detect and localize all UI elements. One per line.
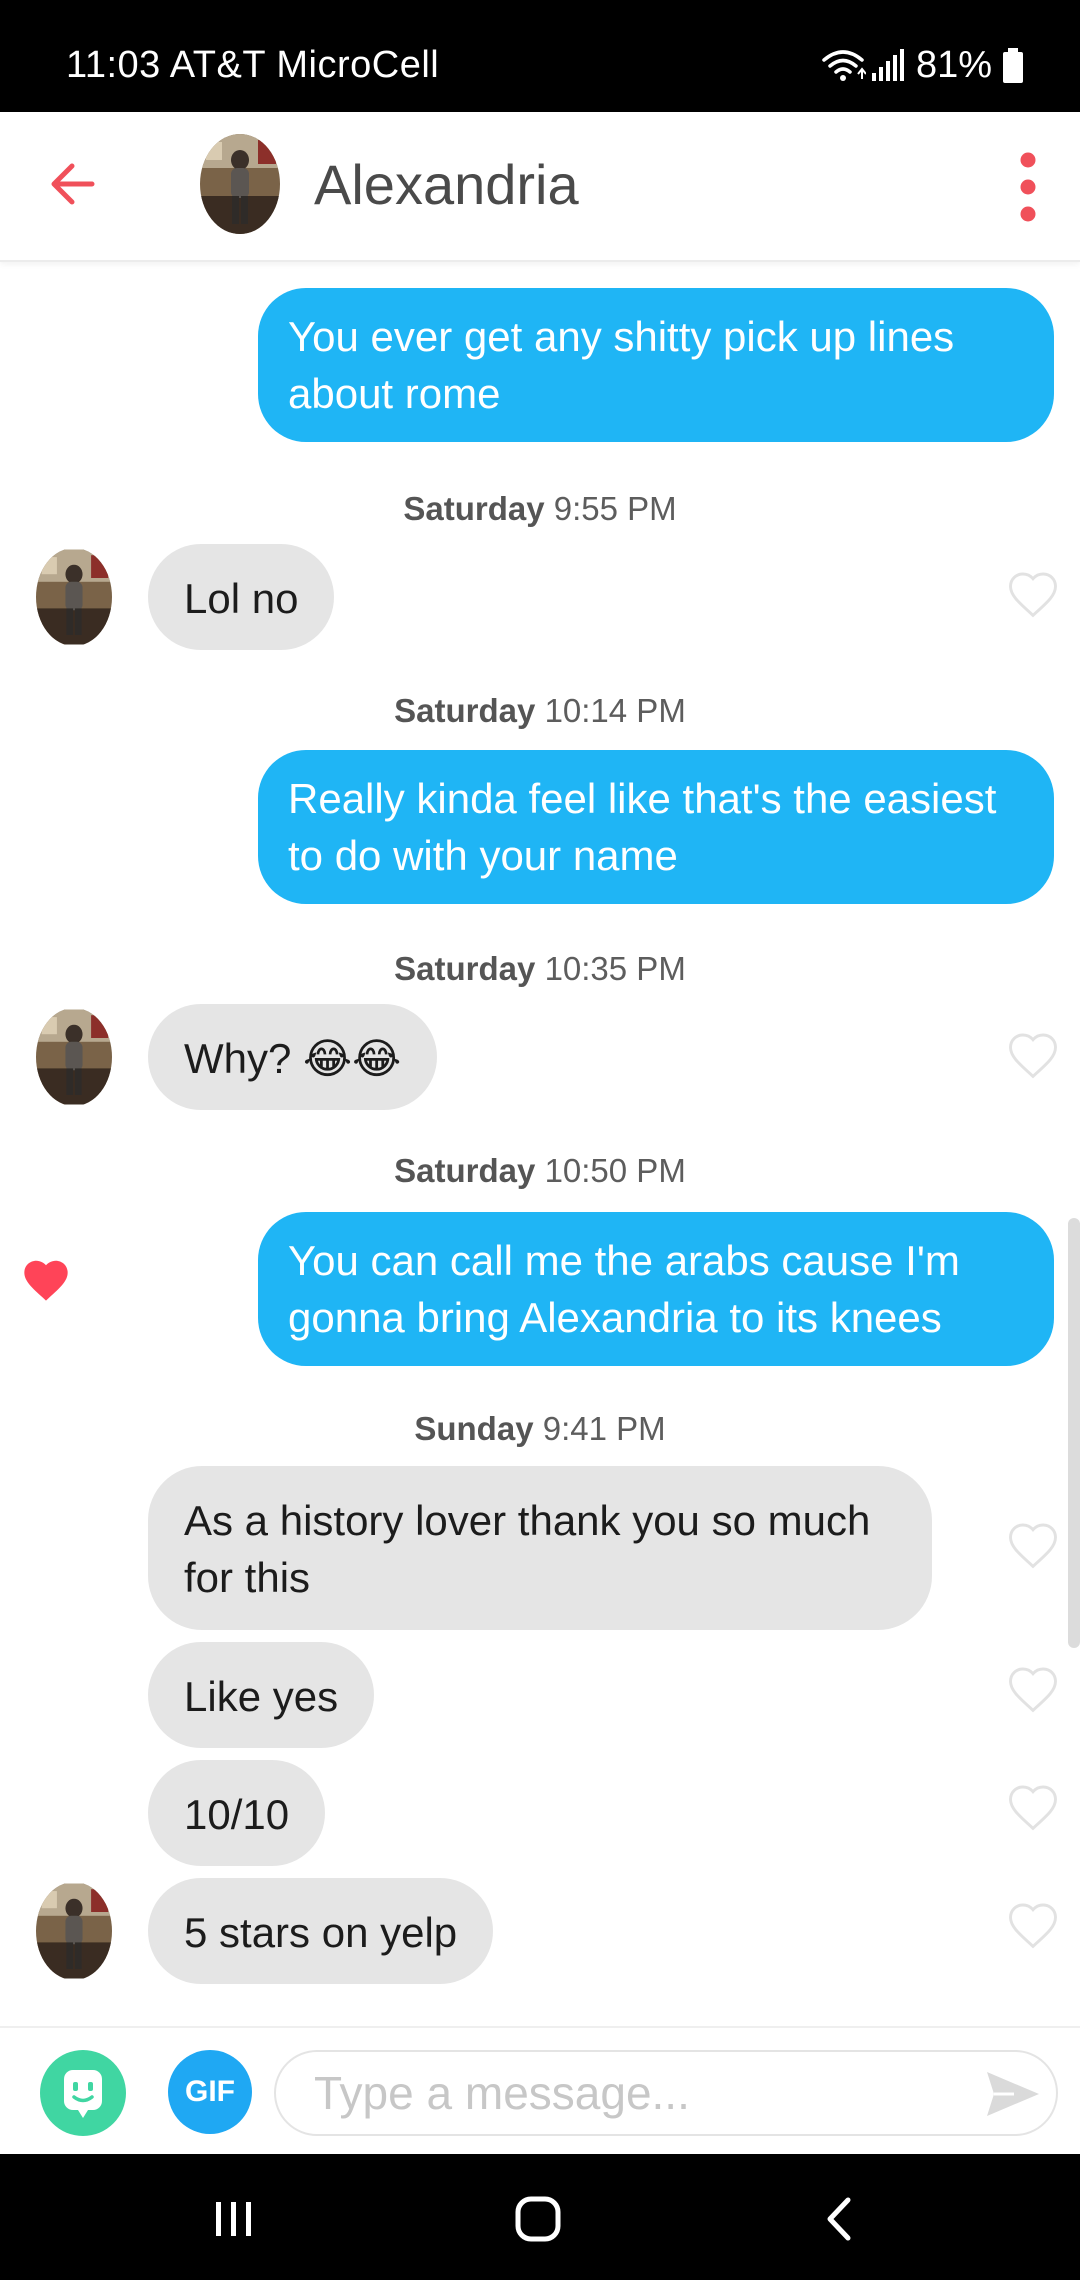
signal-icon [871, 48, 904, 81]
like-heart-icon[interactable] [1006, 1664, 1060, 1714]
timestamp-time: 9:55 PM [553, 490, 677, 527]
status-icons: 81% [820, 44, 1024, 87]
android-nav-bar [0, 2154, 1080, 2280]
message-timestamp: Saturday 9:55 PM [0, 490, 1080, 528]
sender-avatar[interactable] [36, 1882, 112, 1980]
timestamp-time: 10:14 PM [544, 692, 686, 729]
message-bubble-incoming[interactable]: Lol no [148, 544, 335, 650]
scrollbar[interactable] [1068, 1218, 1080, 1648]
back-arrow-icon[interactable] [44, 154, 104, 214]
home-icon[interactable] [508, 2192, 568, 2246]
message-bubble-incoming[interactable]: Why? 😂😂 [148, 1004, 438, 1110]
message-bubble-outgoing[interactable]: Really kinda feel like that's the easies… [258, 750, 1054, 904]
message-bubble-incoming[interactable]: 5 stars on yelp [148, 1878, 494, 1984]
like-heart-icon[interactable] [1006, 1900, 1060, 1950]
timestamp-day: Saturday [394, 1152, 536, 1189]
send-icon[interactable] [984, 2068, 1042, 2120]
sender-avatar[interactable] [36, 1008, 112, 1106]
message-timestamp: Saturday 10:14 PM [0, 692, 1080, 730]
contact-avatar[interactable] [200, 134, 280, 234]
contact-name[interactable]: Alexandria [314, 152, 579, 217]
timestamp-time: 10:50 PM [544, 1152, 686, 1189]
sender-avatar[interactable] [36, 548, 112, 646]
status-bar: 11:03 AT&T MicroCell 81% [0, 0, 1080, 112]
sticker-face-icon [64, 2070, 102, 2118]
message-timestamp: Saturday 10:35 PM [0, 950, 1080, 988]
wifi-icon [822, 49, 866, 81]
like-heart-icon[interactable] [1006, 1782, 1060, 1832]
message-bubble-incoming[interactable]: 10/10 [148, 1760, 326, 1866]
timestamp-day: Saturday [403, 490, 545, 527]
message-bubble-incoming[interactable]: As a history lover thank you so much for… [148, 1466, 932, 1630]
message-bubble-incoming[interactable]: Like yes [148, 1642, 375, 1748]
like-heart-icon[interactable] [1006, 1520, 1060, 1570]
battery-percent: 81% [915, 44, 992, 86]
status-time-carrier: 11:03 AT&T MicroCell [66, 44, 440, 86]
message-timestamp: Saturday 10:50 PM [0, 1152, 1080, 1190]
more-options-icon[interactable] [1008, 150, 1048, 224]
timestamp-time: 10:35 PM [544, 950, 686, 987]
timestamp-day: Sunday [414, 1410, 534, 1447]
chat-header: Alexandria [0, 112, 1080, 262]
battery-icon [1003, 47, 1023, 83]
sticker-button[interactable] [40, 2050, 126, 2136]
message-timestamp: Sunday 9:41 PM [0, 1410, 1080, 1448]
timestamp-day: Saturday [394, 692, 536, 729]
timestamp-time: 9:41 PM [542, 1410, 666, 1447]
liked-heart-icon[interactable] [20, 1256, 72, 1304]
message-bubble-outgoing[interactable]: You ever get any shitty pick up lines ab… [258, 288, 1054, 442]
like-heart-icon[interactable] [1006, 569, 1060, 619]
like-heart-icon[interactable] [1006, 1030, 1060, 1080]
timestamp-day: Saturday [394, 950, 536, 987]
message-bubble-outgoing[interactable]: You can call me the arabs cause I'm gonn… [258, 1212, 1054, 1366]
message-composer: GIF [0, 2026, 1080, 2154]
nav-back-icon[interactable] [810, 2192, 870, 2246]
recent-apps-icon[interactable] [204, 2192, 264, 2246]
gif-button[interactable]: GIF [168, 2050, 252, 2134]
message-input[interactable] [274, 2050, 1058, 2136]
message-list[interactable]: You ever get any shitty pick up lines ab… [0, 262, 1080, 2026]
